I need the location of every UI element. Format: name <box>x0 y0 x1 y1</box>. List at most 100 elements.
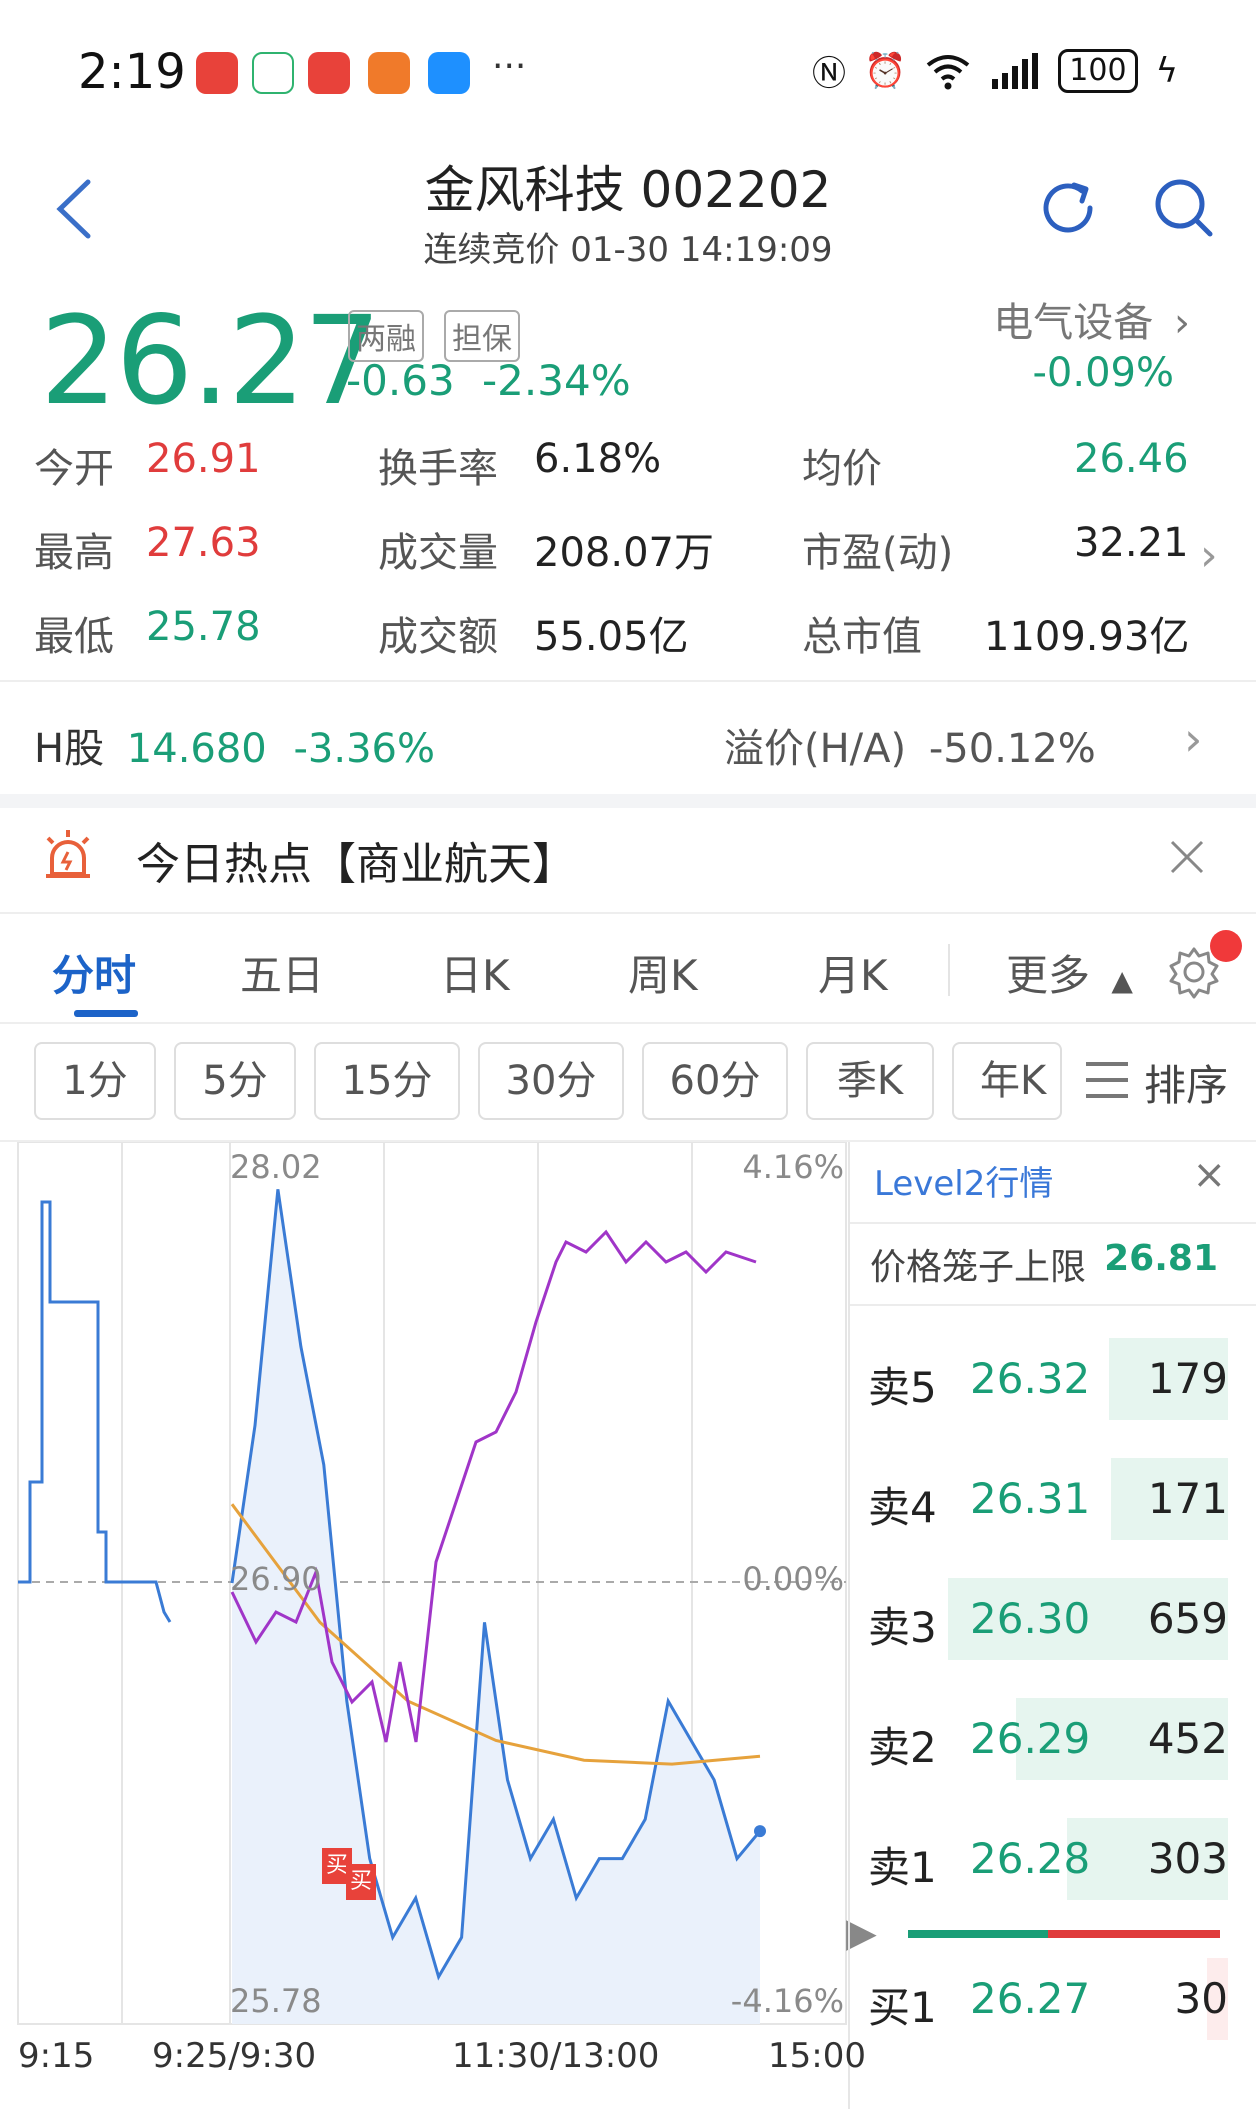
period-30min[interactable]: 30分 <box>478 1042 624 1120</box>
chart-top-pct: 4.16% <box>742 1148 844 1186</box>
period-quarter-k[interactable]: 季K <box>806 1042 934 1120</box>
divider <box>0 1022 1256 1024</box>
mcap-value: 1109.93亿 <box>984 614 1190 660</box>
sector-link[interactable]: 电气设备 › <box>993 290 1190 348</box>
time-label-auction: 9:25/9:30 <box>152 2036 317 2076</box>
ask-row[interactable]: 卖2 26.29 452 <box>850 1692 1256 1786</box>
ask-volume: 452 <box>1147 1714 1228 1763</box>
notification-dot <box>1210 930 1242 962</box>
chart-mid-price: 26.90 <box>230 1560 322 1598</box>
turnover-value: 6.18% <box>534 436 662 482</box>
stats-expand-chevron-icon[interactable]: › <box>1200 530 1218 581</box>
high-value: 27.63 <box>146 520 261 566</box>
open-value: 26.91 <box>146 436 261 482</box>
ask-row[interactable]: 卖1 26.28 303 <box>850 1812 1256 1906</box>
home-app-icon <box>252 52 294 94</box>
period-year-k[interactable]: 年K <box>952 1042 1062 1120</box>
level2-title: Level2行情 <box>874 1164 1054 1204</box>
sort-area[interactable]: 排序 <box>1062 1030 1256 1130</box>
status-bar: 2:19 ··· Ⓝ ⏰ 100 ϟ <box>0 0 1256 140</box>
bid-ask-ratio-bar <box>908 1930 1220 1938</box>
status-time: 2:19 <box>78 44 186 100</box>
bid-level-name: 买1 <box>868 1983 937 2032</box>
change-percent: -2.34% <box>482 356 631 405</box>
premium-row: 溢价(H/A) -50.12% <box>724 716 1096 774</box>
ask-price: 26.32 <box>970 1354 1091 1403</box>
hshare-chevron-icon[interactable]: › <box>1184 712 1202 766</box>
time-label-open: 9:15 <box>18 2036 95 2076</box>
hshare-label: H股 <box>34 726 105 772</box>
current-price: 26.27 <box>40 290 381 432</box>
more-notifications-icon: ··· <box>492 46 527 87</box>
volume-label: 成交量 <box>378 530 498 576</box>
high-label: 最高 <box>34 530 114 576</box>
amount-label: 成交额 <box>378 614 498 660</box>
sector-change: -0.09% <box>1032 350 1174 396</box>
tab-monthly-k[interactable]: 月K <box>818 942 888 1003</box>
guarantee-tag: 担保 <box>444 310 520 362</box>
signal-icon <box>992 52 1039 89</box>
chart-svg <box>16 1141 848 2032</box>
amount-value: 55.05亿 <box>534 614 689 660</box>
period-5min[interactable]: 5分 <box>174 1042 296 1120</box>
ask-row[interactable]: 卖3 26.30 659 <box>850 1572 1256 1666</box>
section-gap <box>0 794 1256 808</box>
sector-name: 电气设备 <box>993 300 1154 346</box>
cage-value: 26.81 <box>1104 1238 1218 1279</box>
premium-label: 溢价(H/A) <box>724 726 907 772</box>
margin-tag: 两融 <box>348 310 424 362</box>
change-value: -0.63 <box>346 356 455 405</box>
ask-volume: 659 <box>1147 1594 1228 1643</box>
status-right: Ⓝ ⏰ 100 ϟ <box>812 46 1178 95</box>
chat-app-icon <box>428 52 470 94</box>
tab-weekly-k[interactable]: 周K <box>628 942 698 1003</box>
active-tab-indicator <box>74 1010 138 1017</box>
ask-level-name: 卖5 <box>868 1363 937 1412</box>
period-1min[interactable]: 1分 <box>34 1042 156 1120</box>
level2-panel: Level2行情 × 价格笼子上限 26.81 卖5 26.32 179 卖4 26.3… <box>848 1142 1256 2109</box>
tab-more[interactable]: 更多 ▲ <box>1006 942 1133 1003</box>
hot-topic[interactable]: 今日热点【商业航天】 <box>136 828 576 892</box>
ask-level-name: 卖3 <box>868 1603 937 1652</box>
chart-bottom-pct: -4.16% <box>730 1982 844 2020</box>
close-icon[interactable] <box>1168 838 1206 876</box>
open-label: 今开 <box>34 446 114 492</box>
charging-icon: ϟ <box>1155 50 1178 91</box>
alarm-bell-icon <box>46 830 90 878</box>
hshare-change: -3.36% <box>293 726 435 772</box>
ask-volume: 171 <box>1147 1474 1228 1523</box>
ask-price: 26.28 <box>970 1834 1091 1883</box>
ask-row[interactable]: 卖5 26.32 179 <box>850 1332 1256 1426</box>
buy-marker[interactable]: 买 <box>346 1864 376 1900</box>
menu-lines-icon <box>1086 1062 1128 1098</box>
period-15min[interactable]: 15分 <box>314 1042 460 1120</box>
pe-label: 市盈(动) <box>802 530 954 576</box>
ask-level-name: 卖4 <box>868 1483 937 1532</box>
level2-close-icon[interactable]: × <box>1192 1152 1226 1198</box>
nfc-icon: Ⓝ <box>811 54 846 94</box>
price-change: -0.63 -2.34% <box>346 356 631 405</box>
intraday-chart[interactable]: 28.02 25.78 26.90 4.16% 0.00% -4.16% 买 买 <box>16 1141 848 2032</box>
chart-top-price: 28.02 <box>230 1148 322 1186</box>
search-icon[interactable] <box>1150 174 1216 240</box>
bid-volume: 30 <box>1174 1974 1228 2023</box>
avg-label: 均价 <box>802 446 882 492</box>
tab-daily-k[interactable]: 日K <box>440 942 510 1003</box>
shop-app-icon <box>308 52 350 94</box>
refresh-icon[interactable] <box>1036 176 1100 240</box>
tab-five-day[interactable]: 五日 <box>240 942 324 1003</box>
tab-intraday[interactable]: 分时 <box>52 942 136 1003</box>
bid-row[interactable]: 买1 26.27 30 <box>850 1952 1256 2046</box>
paper-plane-app-icon <box>368 52 410 94</box>
hshare-price: 14.680 <box>126 726 267 772</box>
hshare-row[interactable]: H股 14.680 -3.36% <box>34 716 435 774</box>
period-60min[interactable]: 60分 <box>642 1042 788 1120</box>
time-label-midday: 11:30/13:00 <box>452 2036 660 2076</box>
alarm-icon: ⏰ <box>863 50 907 91</box>
ask-row[interactable]: 卖4 26.31 171 <box>850 1452 1256 1546</box>
divider <box>0 912 1256 914</box>
ask-volume: 303 <box>1147 1834 1228 1883</box>
ask-level-name: 卖2 <box>868 1723 937 1772</box>
chart-mid-pct: 0.00% <box>742 1560 844 1598</box>
huawei-app-icon <box>196 52 238 94</box>
